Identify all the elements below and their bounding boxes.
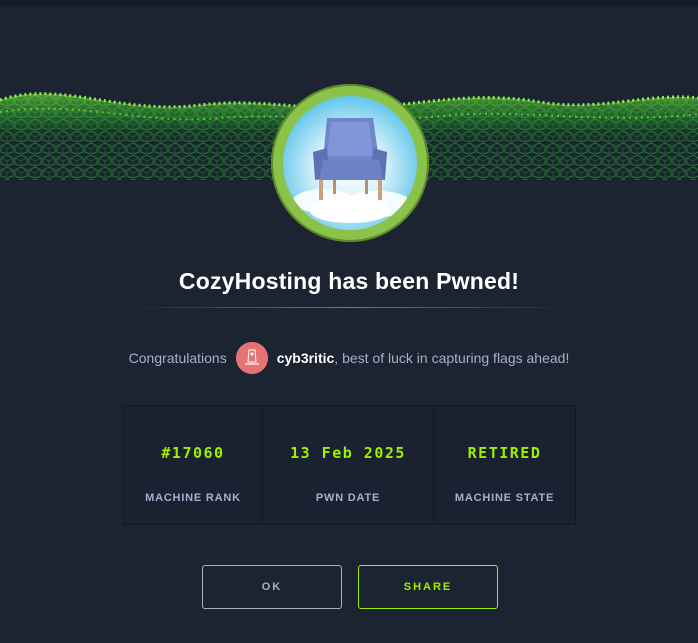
stat-value: RETIRED — [467, 444, 542, 462]
title-divider — [124, 307, 574, 308]
congratulations-line: Congratulations cyb3ritic , best of luck… — [0, 342, 698, 374]
stat-machine-rank: #17060 MACHINE RANK — [124, 406, 263, 524]
share-button[interactable]: SHARE — [358, 565, 498, 609]
user-avatar — [235, 342, 268, 374]
stats-panel: #17060 MACHINE RANK 13 Feb 2025 PWN DATE… — [123, 405, 576, 525]
stat-value: #17060 — [161, 444, 225, 462]
stat-label: MACHINE RANK — [145, 492, 241, 504]
ok-button[interactable]: OK — [202, 565, 342, 609]
top-bar — [0, 0, 698, 6]
stat-pwn-date: 13 Feb 2025 PWN DATE — [263, 406, 434, 524]
machine-avatar — [283, 96, 417, 230]
stat-label: PWN DATE — [315, 492, 381, 504]
stat-value: 13 Feb 2025 — [290, 444, 406, 462]
congrats-prefix: Congratulations — [128, 350, 227, 366]
user-avatar-icon — [235, 342, 268, 374]
machine-badge — [271, 84, 429, 242]
pwned-dialog: CozyHosting has been Pwned! Congratulati… — [0, 0, 698, 643]
username[interactable]: cyb3ritic — [277, 350, 335, 366]
armchair-icon — [293, 118, 412, 223]
congrats-suffix: , best of luck in capturing flags ahead! — [334, 350, 570, 366]
dialog-title: CozyHosting has been Pwned! — [178, 268, 520, 294]
stat-label: MACHINE STATE — [454, 492, 555, 504]
stat-machine-state: RETIRED MACHINE STATE — [434, 406, 575, 524]
